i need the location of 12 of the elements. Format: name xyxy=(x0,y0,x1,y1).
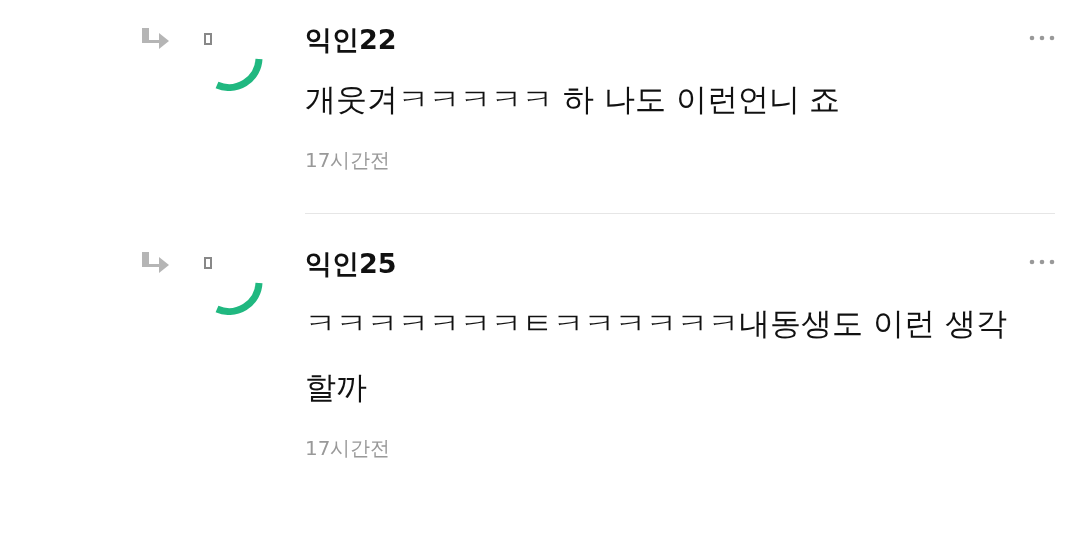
timestamp: 17시간전 xyxy=(305,435,392,462)
more-options-icon[interactable] xyxy=(1029,34,1055,42)
timestamp: 17시간전 xyxy=(305,147,392,174)
author-name: 익인22 xyxy=(305,23,397,53)
image-placeholder-icon xyxy=(204,33,212,45)
reply-arrow-icon xyxy=(140,28,170,52)
reply-arrow-icon xyxy=(140,252,170,276)
author-name: 익인25 xyxy=(305,247,397,277)
more-options-icon[interactable] xyxy=(1029,258,1055,266)
comment-text: 개웃겨ㅋㅋㅋㅋㅋ 하 나도 이런언니 죠 xyxy=(305,80,842,119)
image-placeholder-icon xyxy=(204,257,212,269)
comment-text: ㅋㅋㅋㅋㅋㅋㅋㅌㅋㅋㅋㅋㅋㅋ내동생도 이런 생각할까 xyxy=(305,304,1008,407)
